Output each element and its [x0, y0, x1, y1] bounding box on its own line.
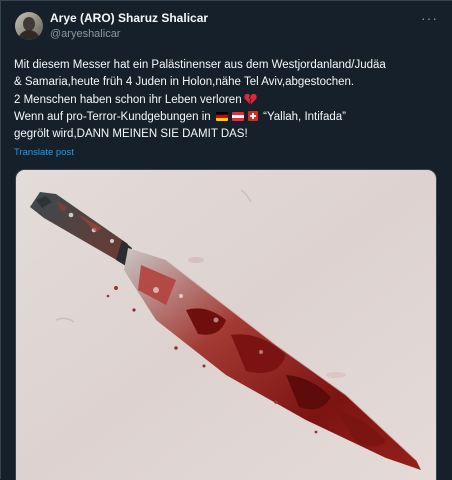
author-handle[interactable]: @aryeshalicar	[50, 28, 120, 40]
tweet-text-segment: “Yallah, Intifada”	[263, 110, 346, 123]
tweet-text-line: Wenn auf pro-Terror-Kundgebungen in “Yal…	[14, 109, 444, 126]
tweet-text-segment: 2 Menschen haben schon ihr Leben verlore…	[14, 93, 242, 106]
avatar[interactable]	[15, 12, 43, 40]
germany-flag-icon	[215, 111, 228, 121]
tweet-text: Mit diesem Messer hat ein Palästinenser …	[14, 57, 444, 143]
tweet-image[interactable]	[15, 169, 437, 480]
austria-flag-icon	[231, 111, 244, 121]
more-options-icon[interactable]: ···	[421, 10, 438, 26]
tweet-text-line: 2 Menschen haben schon ihr Leben verlore…	[14, 92, 444, 109]
broken-heart-icon	[243, 93, 257, 105]
switzerland-flag-icon	[247, 110, 258, 121]
translate-post-link[interactable]: Translate post	[14, 147, 74, 158]
tweet-card[interactable]: Arye (ARO) Sharuz Shalicar @aryeshalicar…	[0, 0, 452, 480]
avatar-shoulders	[18, 30, 40, 40]
avatar-face	[23, 17, 35, 31]
tweet-text-line: gegrölt wird,DANN MEINEN SIE DAMIT DAS!	[14, 128, 248, 141]
tweet-text-line: & Samaria,heute früh 4 Juden in Holon,nä…	[14, 76, 355, 89]
author-name[interactable]: Arye (ARO) Sharuz Shalicar	[50, 11, 208, 25]
tweet-text-line: Mit diesem Messer hat ein Palästinenser …	[14, 59, 386, 71]
knife-photo	[16, 170, 436, 480]
tweet-text-segment: Wenn auf pro-Terror-Kundgebungen in	[14, 110, 211, 123]
